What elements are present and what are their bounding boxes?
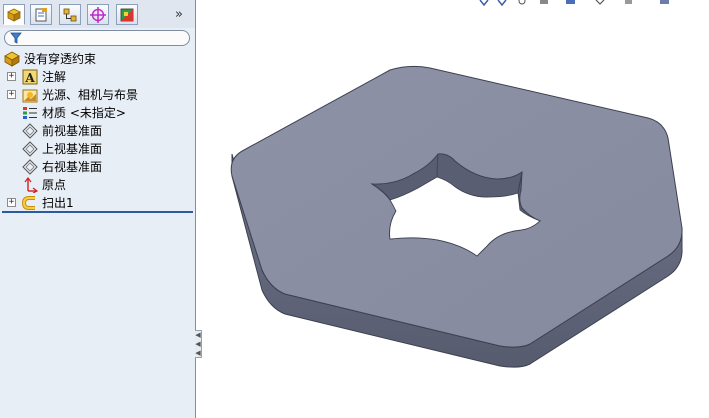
graphics-area[interactable] bbox=[0, 0, 709, 418]
